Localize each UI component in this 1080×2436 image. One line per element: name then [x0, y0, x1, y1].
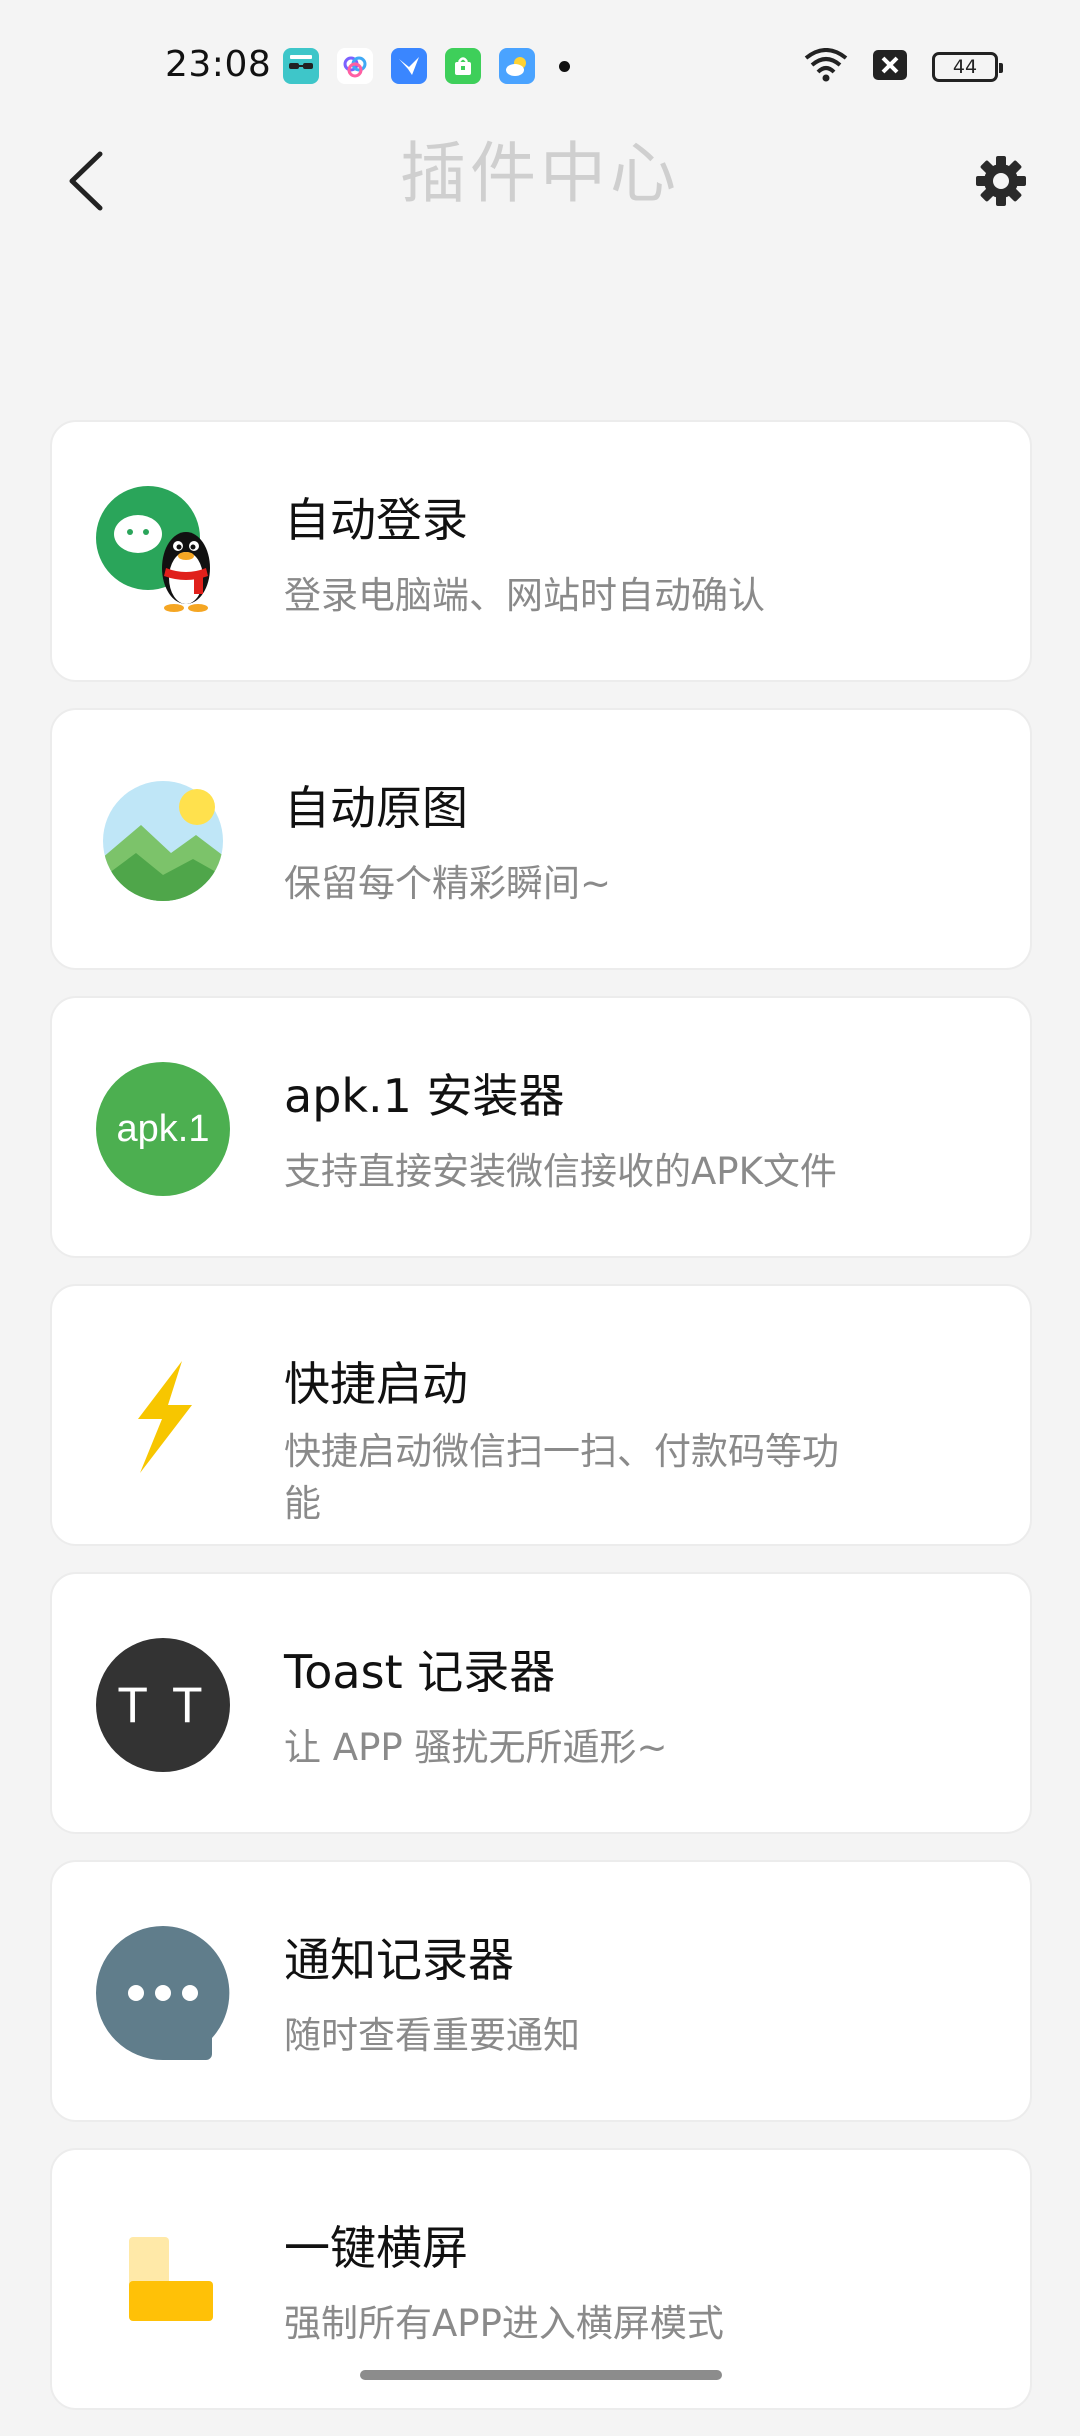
plugin-title: 通知记录器 [284, 1933, 514, 1987]
no-sim-icon [872, 49, 908, 85]
home-indicator[interactable] [360, 2370, 722, 2380]
plugin-description: 保留每个精彩瞬间~ [284, 862, 612, 905]
plugin-card-quick-launch[interactable]: 快捷启动 快捷启动微信扫一扫、付款码等功能 [50, 1284, 1032, 1546]
plugin-card-toast-recorder[interactable]: T T Toast 记录器 让 APP 骚扰无所遁形~ [50, 1572, 1032, 1834]
status-time: 23:08 [165, 44, 272, 85]
status-bar: 23:08 44 [0, 0, 1080, 130]
plugin-description: 随时查看重要通知 [284, 2014, 580, 2057]
bird-app-icon [391, 48, 427, 84]
plugin-description: 让 APP 骚扰无所遁形~ [284, 1726, 668, 1769]
lightning-icon [96, 1350, 230, 1484]
plugin-title: Toast 记录器 [284, 1645, 556, 1699]
plugin-title: 自动原图 [284, 781, 468, 835]
plugin-card-auto-original-image[interactable]: 自动原图 保留每个精彩瞬间~ [50, 708, 1032, 970]
plugin-description: 登录电脑端、网站时自动确认 [284, 574, 765, 617]
wifi-icon [804, 48, 848, 86]
plugin-card-auto-login[interactable]: 自动登录 登录电脑端、网站时自动确认 [50, 420, 1032, 682]
plugin-title: apk.1 安装器 [284, 1069, 565, 1123]
plugin-list: 自动登录 登录电脑端、网站时自动确认 自动原图 保留每个精彩瞬间~ apk.1 … [50, 420, 1032, 2436]
plugin-title: 快捷启动 [284, 1357, 468, 1411]
multi-circle-app-icon [337, 48, 373, 84]
plugin-card-apk-installer[interactable]: apk.1 apk.1 安装器 支持直接安装微信接收的APK文件 [50, 996, 1032, 1258]
battery-level: 44 [952, 56, 978, 78]
store-app-icon [445, 48, 481, 84]
weather-app-icon [499, 48, 535, 84]
chat-bubble-icon [96, 1926, 230, 2060]
plugin-description: 快捷启动微信扫一扫、付款码等功能 [284, 1430, 839, 1525]
wechat-qq-icon [96, 486, 230, 620]
plugin-card-notification-recorder[interactable]: 通知记录器 随时查看重要通知 [50, 1860, 1032, 2122]
notification-icons [283, 48, 570, 84]
toast-icon-label: T T [96, 1638, 230, 1772]
apk-icon-label: apk.1 [96, 1062, 230, 1196]
plugin-title: 一键横屏 [284, 2221, 468, 2275]
toast-icon: T T [96, 1638, 230, 1772]
top-bar: 插件中心 [0, 120, 1080, 240]
gear-icon [976, 156, 1026, 206]
plugin-description: 支持直接安装微信接收的APK文件 [284, 1150, 837, 1193]
page-title: 插件中心 [400, 135, 680, 212]
rotate-screen-icon [96, 2214, 230, 2348]
magic-app-icon [283, 48, 319, 84]
plugin-title: 自动登录 [284, 493, 468, 547]
landscape-photo-icon [96, 774, 230, 908]
apk-icon: apk.1 [96, 1062, 230, 1196]
system-icons: 44 [804, 48, 1003, 86]
plugin-description: 强制所有APP进入横屏模式 [284, 2302, 724, 2345]
more-notifications-dot [559, 61, 570, 72]
settings-button[interactable] [968, 148, 1034, 214]
battery-indicator: 44 [932, 52, 1003, 82]
